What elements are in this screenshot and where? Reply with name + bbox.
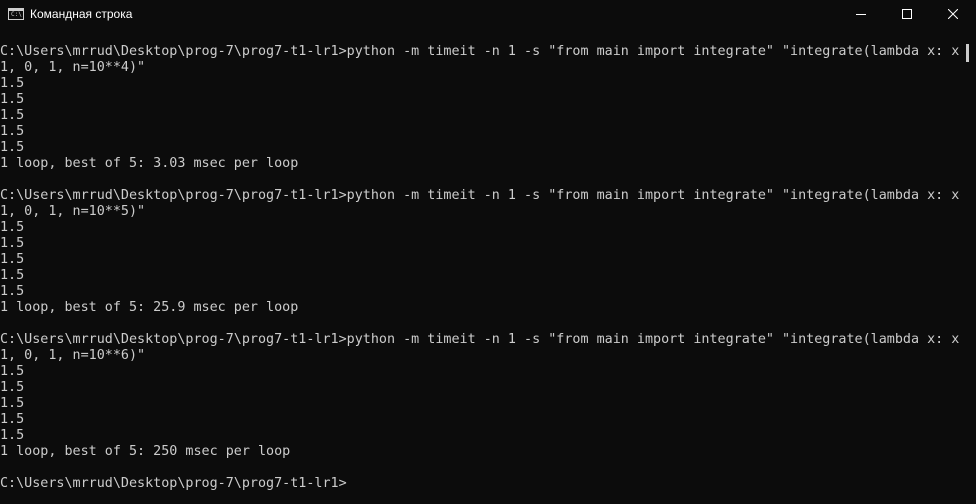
console-line: 1.5 [0, 396, 25, 411]
console-line: C:\Users\mrrud\Desktop\prog-7\prog7-t1-l… [0, 44, 960, 59]
console-line: 1.5 [0, 236, 25, 251]
console-line: 1.5 [0, 140, 25, 155]
console-line: 1.5 [0, 364, 25, 379]
console-line: 1 loop, best of 5: 250 msec per loop [0, 444, 291, 459]
console-line: 1.5 [0, 412, 25, 427]
console-line: 1 loop, best of 5: 25.9 msec per loop [0, 300, 299, 315]
close-icon [948, 9, 958, 19]
console-line: C:\Users\mrrud\Desktop\prog-7\prog7-t1-l… [0, 476, 347, 491]
console-line: 1.5 [0, 380, 25, 395]
console-line: 1.5 [0, 124, 25, 139]
console-line: 1.5 [0, 220, 25, 235]
minimize-icon [856, 14, 866, 15]
console-line: 1, 0, 1, n=10**5)" [0, 204, 146, 219]
scrollbar-thumb[interactable] [966, 44, 969, 62]
console-line: 1, 0, 1, n=10**6)" [0, 348, 146, 363]
console-output[interactable]: C:\Users\mrrud\Desktop\prog-7\prog7-t1-l… [0, 44, 960, 492]
console-line: 1.5 [0, 108, 25, 123]
command-prompt-window: C:\ Командная строка C:\Users\mrrud\Desk… [0, 0, 976, 504]
title-bar[interactable]: C:\ Командная строка [0, 0, 976, 28]
console-line: 1.5 [0, 284, 25, 299]
cmd-icon: C:\ [8, 8, 24, 20]
window-title: Командная строка [30, 7, 133, 21]
console-line: 1 loop, best of 5: 3.03 msec per loop [0, 156, 299, 171]
console-line: 1.5 [0, 252, 25, 267]
window-controls [838, 0, 976, 28]
close-button[interactable] [930, 0, 976, 28]
minimize-button[interactable] [838, 0, 884, 28]
console-line: 1, 0, 1, n=10**4)" [0, 60, 146, 75]
console-line: 1.5 [0, 268, 25, 283]
console-line: 1.5 [0, 428, 25, 443]
console-line: C:\Users\mrrud\Desktop\prog-7\prog7-t1-l… [0, 332, 960, 347]
console-line: 1.5 [0, 92, 25, 107]
console-line: C:\Users\mrrud\Desktop\prog-7\prog7-t1-l… [0, 188, 960, 203]
maximize-button[interactable] [884, 0, 930, 28]
console-line: 1.5 [0, 76, 25, 91]
maximize-icon [902, 9, 912, 19]
